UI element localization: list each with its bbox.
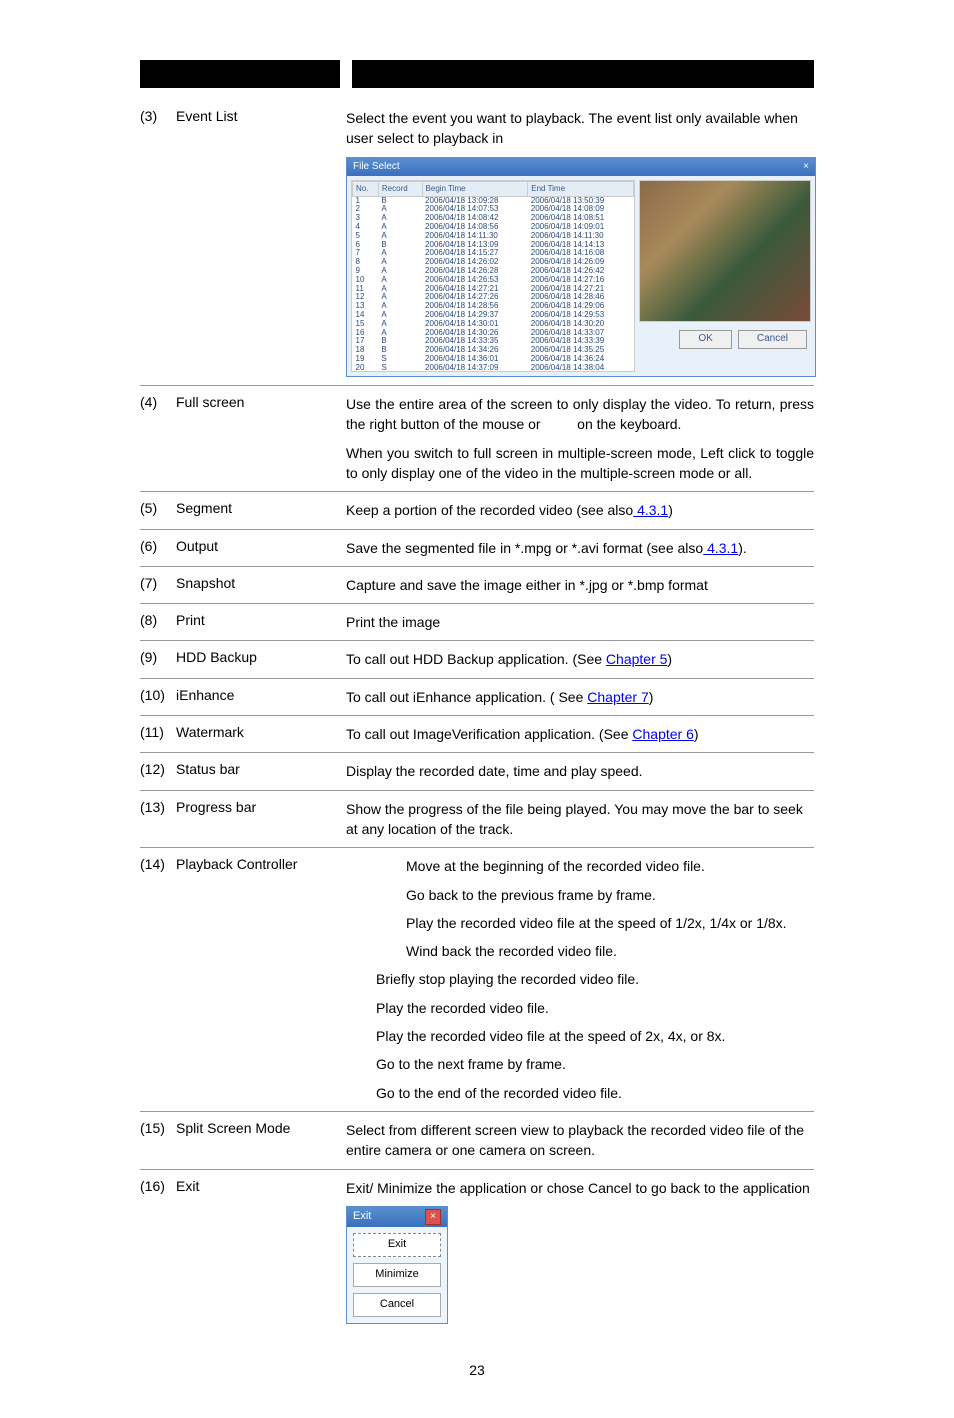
link-4-3-1[interactable]: 4.3.1	[633, 502, 668, 518]
row-segment: (5) Segment Keep a portion of the record…	[140, 492, 814, 529]
row-label: Playback Controller	[176, 856, 346, 872]
row-event-list: (3) Event List Select the event you want…	[140, 100, 814, 386]
row-output: (6) Output Save the segmented file in *.…	[140, 530, 814, 567]
header-right-block	[352, 60, 814, 88]
file-select-dialog: File Select × No. Record Begin Time End …	[346, 157, 816, 378]
event-list-intro: Select the event you want to playback. T…	[346, 108, 814, 149]
row-exit: (16) Exit Exit/ Minimize the application…	[140, 1170, 814, 1332]
full-screen-p2: When you switch to full screen in multip…	[346, 443, 814, 484]
pc-line: Play the recorded video file at the spee…	[346, 913, 814, 933]
preview-image	[639, 180, 811, 322]
close-icon[interactable]: ×	[425, 1209, 441, 1225]
full-screen-p1: Use the entire area of the screen to onl…	[346, 394, 814, 435]
exit-button[interactable]: Exit	[353, 1233, 441, 1257]
pc-line: Go to the end of the recorded video file…	[346, 1083, 814, 1103]
row-full-screen: (4) Full screen Use the entire area of t…	[140, 386, 814, 492]
pc-line: Play the recorded video file at the spee…	[346, 1026, 814, 1046]
col-no: No.	[353, 182, 379, 197]
link-chapter-7[interactable]: Chapter 7	[587, 689, 648, 705]
pc-line: Go to the next frame by frame.	[346, 1054, 814, 1074]
dialog-title: File Select	[353, 160, 400, 175]
row-label: Full screen	[176, 394, 346, 410]
row-hdd-backup: (9) HDD Backup To call out HDD Backup ap…	[140, 641, 814, 678]
page-number: 23	[140, 1362, 814, 1378]
row-status-bar: (12) Status bar Display the recorded dat…	[140, 753, 814, 790]
table-row[interactable]: 20S2006/04/18 14:37:092006/04/18 14:38:0…	[353, 364, 634, 372]
row-num: (3)	[140, 108, 176, 124]
pc-line: Go back to the previous frame by frame.	[346, 885, 814, 905]
row-snapshot: (7) Snapshot Capture and save the image …	[140, 567, 814, 604]
row-label: Event List	[176, 108, 346, 124]
link-chapter-5[interactable]: Chapter 5	[606, 651, 667, 667]
header-bar	[140, 60, 814, 88]
pc-line: Move at the beginning of the recorded vi…	[346, 856, 814, 876]
row-progress-bar: (13) Progress bar Show the progress of t…	[140, 791, 814, 849]
exit-dialog-title: Exit	[353, 1209, 371, 1225]
row-watermark: (11) Watermark To call out ImageVerifica…	[140, 716, 814, 753]
close-icon[interactable]: ×	[803, 160, 809, 175]
ok-button[interactable]: OK	[679, 330, 731, 349]
exit-dialog: Exit × Exit Minimize Cancel	[346, 1206, 448, 1324]
col-end: End Time	[528, 182, 634, 197]
col-record: Record	[378, 182, 422, 197]
minimize-button[interactable]: Minimize	[353, 1263, 441, 1287]
link-chapter-6[interactable]: Chapter 6	[632, 726, 693, 742]
row-split-screen: (15) Split Screen Mode Select from diffe…	[140, 1112, 814, 1170]
col-begin: Begin Time	[422, 182, 528, 197]
link-4-3-1[interactable]: 4.3.1	[703, 540, 738, 556]
row-ienhance: (10) iEnhance To call out iEnhance appli…	[140, 679, 814, 716]
cancel-button[interactable]: Cancel	[353, 1293, 441, 1317]
pc-line: Wind back the recorded video file.	[346, 941, 814, 961]
exit-desc: Exit/ Minimize the application or chose …	[346, 1178, 814, 1198]
row-num: (4)	[140, 394, 176, 410]
row-print: (8) Print Print the image	[140, 604, 814, 641]
header-left-block	[140, 60, 340, 88]
pc-line: Briefly stop playing the recorded video …	[346, 969, 814, 989]
cancel-button[interactable]: Cancel	[738, 330, 807, 349]
pc-line: Play the recorded video file.	[346, 998, 814, 1018]
row-playback-controller: (14) Playback Controller Move at the beg…	[140, 848, 814, 1112]
event-table[interactable]: No. Record Begin Time End Time 1B2006/04…	[351, 180, 635, 372]
